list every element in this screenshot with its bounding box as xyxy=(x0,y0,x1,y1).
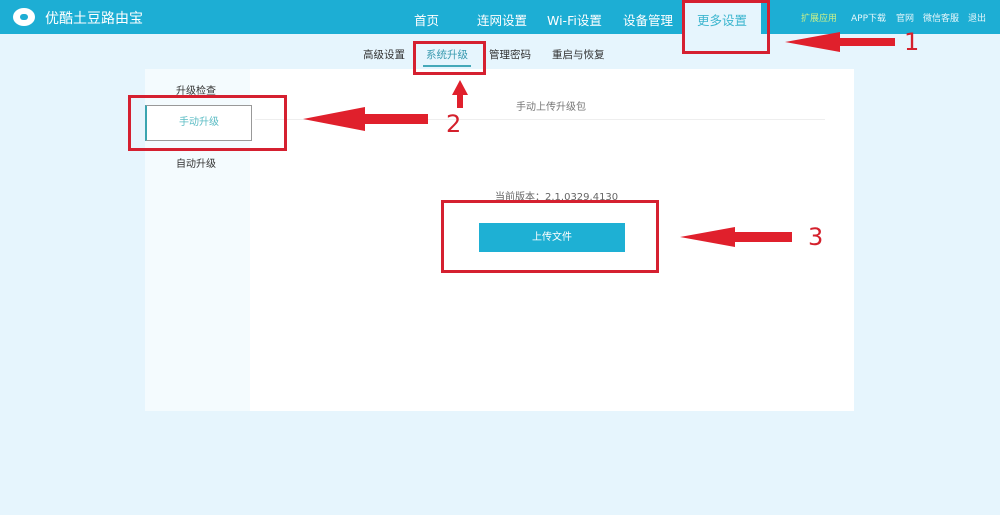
arrow-3 xyxy=(680,227,792,247)
annotation-arrows xyxy=(303,32,895,247)
arrow-1 xyxy=(785,32,895,52)
arrow-2-left xyxy=(303,107,428,131)
annotation-number-1: 1 xyxy=(904,28,920,56)
arrow-2-up xyxy=(452,80,468,108)
annotation-number-2: 2 xyxy=(446,110,462,138)
annotation-number-3: 3 xyxy=(808,223,824,251)
